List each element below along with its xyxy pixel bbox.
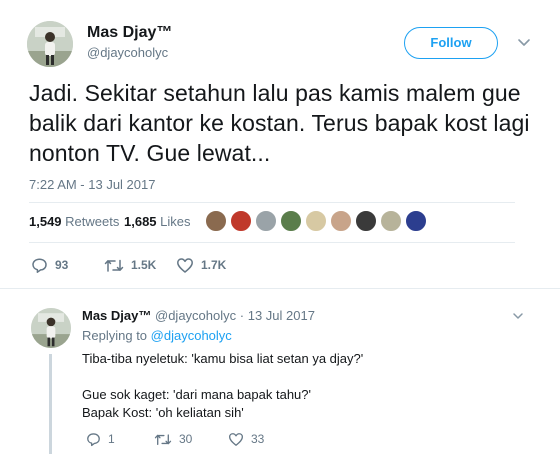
reply-count: 1 [108,432,115,446]
retweets-stat[interactable]: 1,549 Retweets [29,214,119,229]
liker-avatar[interactable] [355,210,377,232]
author-name[interactable]: Mas Djay™ [87,24,172,42]
reply-line: Tiba-tiba nyeletuk: 'kamu bisa liat seta… [82,351,364,366]
follow-button[interactable]: Follow [404,27,498,59]
divider [29,242,515,243]
tweet-actions: 93 1.5K 1.7K [29,255,329,275]
tweet-text: Jadi. Sekitar setahun lalu pas kamis mal… [29,80,530,166]
reply-action[interactable]: 93 [31,255,68,275]
likes-label: Likes [160,214,191,229]
retweet-count: 30 [179,432,193,446]
reply-icon [87,432,100,446]
reply-count: 93 [55,258,69,272]
reply-author-handle[interactable]: @djaycoholyc [155,308,236,323]
thread-line [49,354,52,454]
like-action[interactable]: 33 [228,430,264,448]
retweet-action[interactable]: 30 [154,430,192,448]
divider [29,202,515,203]
reply-author-avatar[interactable] [31,308,71,348]
retweets-count: 1,549 [29,214,62,229]
reply-actions: 1 30 33 [82,430,382,448]
retweets-label: Retweets [65,214,120,229]
reply-text: Tiba-tiba nyeletuk: 'kamu bisa liat seta… [82,350,363,422]
reply-icon [32,257,47,273]
liker-avatar[interactable] [305,210,327,232]
liker-avatar[interactable] [255,210,277,232]
reply-author-name[interactable]: Mas Djay™ [82,308,151,323]
chevron-down-icon[interactable] [512,310,524,322]
liker-avatar[interactable] [230,210,252,232]
replying-to-label: Replying to [82,328,148,343]
tweet-stats: 1,549 Retweets 1,685 Likes [29,210,509,234]
liker-avatar[interactable] [405,210,427,232]
replying-to-mention[interactable]: @djaycoholyc [151,328,232,343]
replying-to: Replying to @djaycoholyc [82,328,232,343]
retweet-action[interactable]: 1.5K [104,255,156,275]
like-count: 33 [251,432,265,446]
tweet-timestamp[interactable]: 7:22 AM - 13 Jul 2017 [29,177,155,192]
reply-action[interactable]: 1 [86,430,115,448]
reply-line: Gue sok kaget: 'dari mana bapak tahu?' [82,387,311,402]
tweet-header: Mas Djay™ @djaycoholyc Follow [27,18,537,70]
reply-tweet[interactable]: Mas Djay™ @djaycoholyc · 13 Jul 2017 Rep… [0,296,560,459]
likes-count: 1,685 [124,214,157,229]
separator: · [239,308,245,323]
chevron-down-icon[interactable] [517,35,531,49]
likes-stat[interactable]: 1,685 Likes [124,214,191,229]
retweet-count: 1.5K [131,258,157,272]
liker-avatar[interactable] [280,210,302,232]
heart-icon [228,432,244,446]
reply-date[interactable]: 13 Jul 2017 [248,308,315,323]
reply-line [82,368,363,386]
reply-line: Bapak Kost: 'oh keliatan sih' [82,405,244,420]
retweet-icon [104,259,124,272]
reply-header: Mas Djay™ @djaycoholyc · 13 Jul 2017 [82,308,315,323]
author-handle[interactable]: @djaycoholyc [87,45,168,60]
liker-avatar[interactable] [330,210,352,232]
retweet-icon [154,433,172,445]
divider [0,288,560,289]
liker-avatar[interactable] [380,210,402,232]
heart-icon [177,257,193,273]
liker-avatar[interactable] [205,210,227,232]
like-count: 1.7K [201,258,227,272]
like-action[interactable]: 1.7K [176,255,226,275]
author-avatar[interactable] [27,21,73,67]
